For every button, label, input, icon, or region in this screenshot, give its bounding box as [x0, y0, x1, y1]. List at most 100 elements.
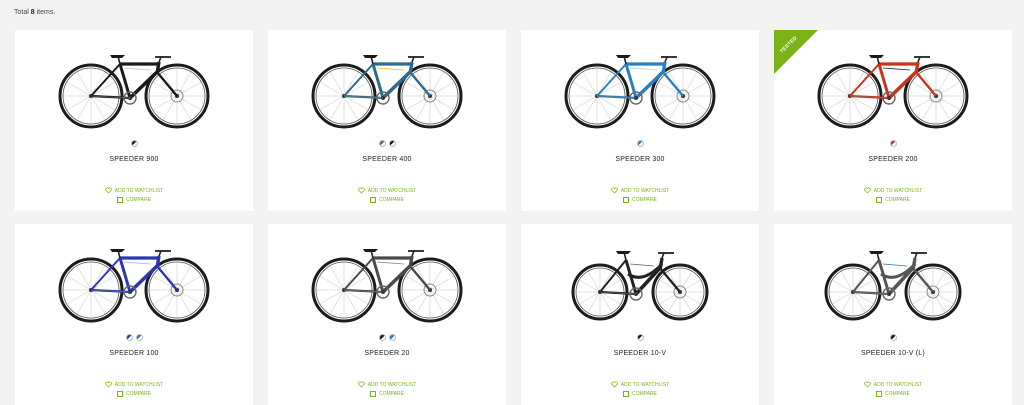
color-swatch[interactable] — [130, 140, 138, 147]
bicycle-icon[interactable] — [268, 36, 506, 136]
compare-checkbox[interactable]: COMPARE — [521, 391, 759, 397]
add-to-watchlist-button[interactable]: ADD TO WATCHLIST — [521, 381, 759, 388]
bike-image[interactable] — [49, 36, 219, 136]
watchlist-label: ADD TO WATCHLIST — [620, 381, 670, 388]
product-title[interactable]: SPEEDER 400 — [268, 156, 506, 163]
heart-icon — [864, 381, 871, 388]
compare-label: COMPARE — [126, 197, 151, 203]
watchlist-label: ADD TO WATCHLIST — [873, 187, 923, 194]
compare-label: COMPARE — [379, 391, 404, 397]
color-swatches — [15, 334, 253, 341]
compare-checkbox[interactable]: COMPARE — [774, 391, 1012, 397]
bicycle-icon[interactable] — [774, 230, 1012, 330]
compare-label: COMPARE — [379, 197, 404, 203]
product-title[interactable]: SPEEDER 100 — [15, 350, 253, 357]
color-swatch[interactable] — [378, 140, 386, 147]
bicycle-icon[interactable] — [521, 230, 759, 330]
color-swatch[interactable] — [378, 334, 386, 341]
product-card[interactable]: SPEEDER 10-V (L) ADD TO WATCHLIST COMPAR… — [774, 224, 1012, 405]
color-swatches — [774, 334, 1012, 341]
product-card[interactable]: SPEEDER 400 ADD TO WATCHLIST COMPARE — [268, 30, 506, 211]
total-suffix: items. — [36, 9, 56, 16]
color-swatch[interactable] — [636, 140, 644, 147]
bicycle-icon[interactable] — [774, 36, 1012, 136]
checkbox-icon[interactable] — [117, 391, 124, 397]
bicycle-icon[interactable] — [15, 36, 253, 136]
compare-checkbox[interactable]: COMPARE — [15, 197, 253, 203]
compare-label: COMPARE — [632, 391, 657, 397]
checkbox-icon[interactable] — [370, 197, 377, 203]
add-to-watchlist-button[interactable]: ADD TO WATCHLIST — [15, 381, 253, 388]
color-swatches — [268, 334, 506, 341]
product-card[interactable]: TESTED SPEEDER 200 ADD TO WATCHLIST COMP… — [774, 30, 1012, 211]
bike-image[interactable] — [302, 230, 472, 330]
compare-checkbox[interactable]: COMPARE — [774, 197, 1012, 203]
add-to-watchlist-button[interactable]: ADD TO WATCHLIST — [774, 381, 1012, 388]
checkbox-icon[interactable] — [117, 197, 124, 203]
bike-image[interactable] — [302, 36, 472, 136]
heart-icon — [864, 187, 871, 194]
watchlist-label: ADD TO WATCHLIST — [114, 187, 164, 194]
product-title[interactable]: SPEEDER 900 — [15, 156, 253, 163]
add-to-watchlist-button[interactable]: ADD TO WATCHLIST — [774, 187, 1012, 194]
compare-checkbox[interactable]: COMPARE — [268, 391, 506, 397]
bike-image[interactable] — [808, 230, 978, 330]
color-swatches — [521, 140, 759, 147]
heart-icon — [358, 381, 365, 388]
product-card[interactable]: SPEEDER 100 ADD TO WATCHLIST COMPARE — [15, 224, 253, 405]
bicycle-icon[interactable] — [15, 230, 253, 330]
color-swatch[interactable] — [388, 140, 396, 147]
product-title[interactable]: SPEEDER 200 — [774, 156, 1012, 163]
watchlist-label: ADD TO WATCHLIST — [873, 381, 923, 388]
heart-icon — [105, 381, 112, 388]
color-swatch[interactable] — [889, 140, 897, 147]
total-prefix: Total — [14, 9, 29, 16]
add-to-watchlist-button[interactable]: ADD TO WATCHLIST — [15, 187, 253, 194]
product-card[interactable]: SPEEDER 900 ADD TO WATCHLIST COMPARE — [15, 30, 253, 211]
bike-image[interactable] — [808, 36, 978, 136]
product-card[interactable]: SPEEDER 20 ADD TO WATCHLIST COMPARE — [268, 224, 506, 405]
bike-image[interactable] — [555, 36, 725, 136]
add-to-watchlist-button[interactable]: ADD TO WATCHLIST — [521, 187, 759, 194]
compare-label: COMPARE — [885, 197, 910, 203]
compare-label: COMPARE — [885, 391, 910, 397]
checkbox-icon[interactable] — [876, 391, 883, 397]
watchlist-label: ADD TO WATCHLIST — [620, 187, 670, 194]
add-to-watchlist-button[interactable]: ADD TO WATCHLIST — [268, 381, 506, 388]
compare-label: COMPARE — [632, 197, 657, 203]
color-swatch[interactable] — [636, 334, 644, 341]
color-swatch[interactable] — [388, 334, 396, 341]
color-swatches — [268, 140, 506, 147]
heart-icon — [611, 187, 618, 194]
compare-label: COMPARE — [126, 391, 151, 397]
product-title[interactable]: SPEEDER 10-V (L) — [774, 350, 1012, 357]
watchlist-label: ADD TO WATCHLIST — [367, 381, 417, 388]
bike-image[interactable] — [49, 230, 219, 330]
color-swatch[interactable] — [125, 334, 133, 341]
heart-icon — [105, 187, 112, 194]
color-swatches — [521, 334, 759, 341]
heart-icon — [358, 187, 365, 194]
bicycle-icon[interactable] — [268, 230, 506, 330]
product-card[interactable]: SPEEDER 10-V ADD TO WATCHLIST COMPARE — [521, 224, 759, 405]
product-title[interactable]: SPEEDER 300 — [521, 156, 759, 163]
checkbox-icon[interactable] — [370, 391, 377, 397]
compare-checkbox[interactable]: COMPARE — [268, 197, 506, 203]
bicycle-icon[interactable] — [521, 36, 759, 136]
product-title[interactable]: SPEEDER 20 — [268, 350, 506, 357]
total-items-label: Total 8 items. — [14, 9, 55, 16]
bike-image[interactable] — [555, 230, 725, 330]
checkbox-icon[interactable] — [876, 197, 883, 203]
color-swatch[interactable] — [135, 334, 143, 341]
checkbox-icon[interactable] — [623, 391, 630, 397]
product-card[interactable]: SPEEDER 300 ADD TO WATCHLIST COMPARE — [521, 30, 759, 211]
product-grid: SPEEDER 900 ADD TO WATCHLIST COMPARE SPE… — [15, 30, 1012, 405]
color-swatch[interactable] — [889, 334, 897, 341]
compare-checkbox[interactable]: COMPARE — [521, 197, 759, 203]
watchlist-label: ADD TO WATCHLIST — [114, 381, 164, 388]
heart-icon — [611, 381, 618, 388]
product-title[interactable]: SPEEDER 10-V — [521, 350, 759, 357]
add-to-watchlist-button[interactable]: ADD TO WATCHLIST — [268, 187, 506, 194]
compare-checkbox[interactable]: COMPARE — [15, 391, 253, 397]
checkbox-icon[interactable] — [623, 197, 630, 203]
